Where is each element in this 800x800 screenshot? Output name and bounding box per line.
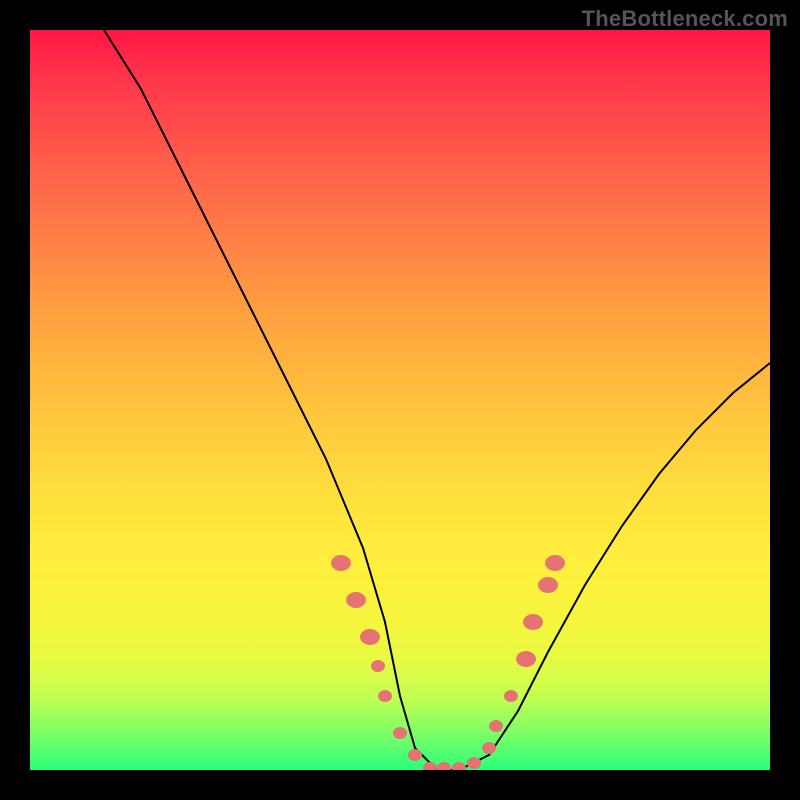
plot-area: [30, 30, 770, 770]
chart-frame: TheBottleneck.com: [0, 0, 800, 800]
watermark-text: TheBottleneck.com: [582, 6, 788, 32]
curve-path: [104, 30, 770, 770]
bottleneck-curve: [30, 30, 770, 770]
marker-group: [331, 555, 565, 770]
